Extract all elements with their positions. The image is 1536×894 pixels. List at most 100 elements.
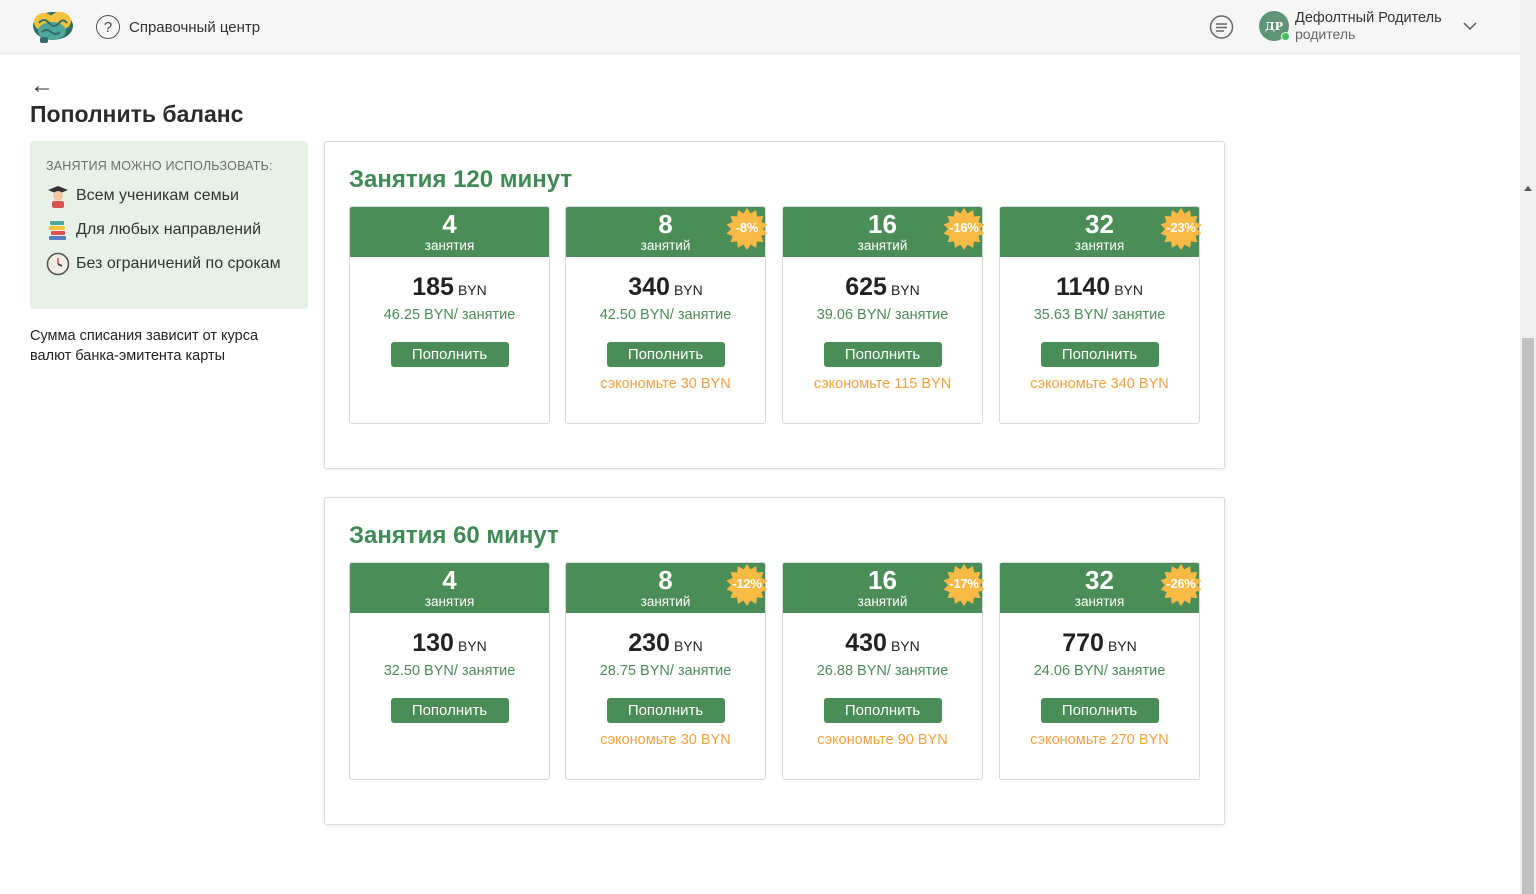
discount-badge: -23%	[1159, 207, 1203, 251]
package-card: 32 занятия -23% 1140 BYN 35.63 BYN/ занят…	[999, 206, 1203, 424]
chevron-down-icon[interactable]	[1462, 18, 1478, 34]
top-up-button[interactable]: Пополнить	[823, 698, 942, 723]
price-amount: 1140	[1055, 273, 1111, 301]
package-header: 4 занятия	[350, 207, 549, 257]
discount-badge: -26%	[1159, 563, 1203, 607]
usage-info-box: ЗАНЯТИЯ МОЖНО ИСПОЛЬЗОВАТЬ: Всем ученика…	[30, 141, 308, 309]
scroll-thumb[interactable]	[1522, 338, 1534, 894]
package-header: 4 занятия	[350, 563, 549, 613]
savings-text: сэкономьте 30 BYN	[600, 376, 731, 392]
package-price: 770 BYN	[1000, 629, 1199, 658]
avatar: ДР	[1259, 11, 1290, 41]
discount-label: -26%	[1166, 576, 1196, 591]
user-name: Дефолтный Родитель	[1295, 10, 1442, 26]
price-per-lesson: 24.06 BYN/ занятие	[1033, 663, 1166, 679]
package-price: 1140 BYN	[1000, 273, 1199, 302]
plan-title: Занятия 120 минут	[349, 166, 573, 193]
price-per-lesson: 35.63 BYN/ занятие	[1033, 307, 1166, 323]
usage-info-label: Для любых направлений	[76, 221, 261, 238]
price-currency: BYN	[457, 638, 487, 654]
package-card: 8 занятий -8% 340 BYN 42.50 BYN/ занятие …	[565, 206, 769, 424]
package-card: 8 занятий -12% 230 BYN 28.75 BYN/ занятие…	[565, 562, 769, 780]
page-title: Пополнить баланс	[30, 101, 244, 127]
price-amount: 230	[628, 629, 670, 657]
savings-text: сэкономьте 30 BYN	[600, 732, 731, 748]
package-price: 340 BYN	[566, 273, 765, 302]
help-center-label: Справочный центр	[129, 18, 261, 36]
back-button[interactable]: ←	[30, 72, 54, 100]
top-up-button[interactable]: Пополнить	[390, 698, 509, 723]
package-count: 4	[442, 565, 457, 595]
package-price: 185 BYN	[350, 273, 549, 302]
page-scrollbar[interactable]	[1520, 0, 1536, 894]
currency-note: Сумма списания зависит от курса валют ба…	[30, 328, 259, 364]
savings-text: сэкономьте 270 BYN	[1030, 732, 1169, 748]
price-currency: BYN	[890, 282, 920, 298]
top-up-button[interactable]: Пополнить	[1040, 698, 1159, 723]
price-currency: BYN	[1114, 282, 1144, 298]
price-amount: 770	[1062, 629, 1104, 657]
discount-label: -23%	[1166, 220, 1196, 235]
discount-badge: -12%	[725, 563, 769, 607]
clock-icon	[46, 252, 70, 276]
usage-info-item: Всем ученикам семьи	[46, 184, 292, 208]
package-price: 430 BYN	[783, 629, 982, 658]
savings-text: сэкономьте 340 BYN	[1030, 376, 1169, 392]
books-icon	[46, 218, 70, 242]
package-price: 625 BYN	[783, 273, 982, 302]
package-card: 4 занятия 130 BYN 32.50 BYN/ занятие Попо…	[349, 562, 550, 780]
discount-badge: -16%	[942, 207, 986, 251]
user-menu[interactable]: ДР Дефолтный Родитель родитель	[1259, 10, 1442, 42]
top-up-button[interactable]: Пополнить	[823, 342, 942, 367]
discount-badge: -8%	[725, 207, 769, 251]
brain-logo-icon[interactable]	[30, 9, 76, 45]
top-up-button[interactable]: Пополнить	[1040, 342, 1159, 367]
scroll-up-arrow-icon[interactable]	[1524, 186, 1532, 191]
discount-label: -12%	[732, 576, 762, 591]
price-per-lesson: 32.50 BYN/ занятие	[383, 663, 516, 679]
price-amount: 185	[412, 273, 454, 301]
top-bar: ? Справочный центр ДР Дефолтный Родитель…	[0, 0, 1520, 54]
price-currency: BYN	[457, 282, 487, 298]
price-amount: 625	[845, 273, 887, 301]
price-per-lesson: 28.75 BYN/ занятие	[599, 663, 732, 679]
usage-info-item: Для любых направлений	[46, 219, 292, 241]
question-icon: ?	[96, 15, 120, 39]
discount-badge: -17%	[942, 563, 986, 607]
discount-label: -8%	[735, 220, 759, 235]
package-price: 230 BYN	[566, 629, 765, 658]
price-per-lesson: 42.50 BYN/ занятие	[599, 307, 732, 323]
package-count: 4	[442, 209, 457, 239]
package-card: 4 занятия 185 BYN 46.25 BYN/ занятие Попо…	[349, 206, 550, 424]
top-up-button[interactable]: Пополнить	[390, 342, 509, 367]
package-card: 16 занятий -17% 430 BYN 26.88 BYN/ заняти…	[782, 562, 986, 780]
savings-text: сэкономьте 115 BYN	[813, 376, 952, 392]
package-unit: занятия	[424, 238, 475, 253]
top-up-button[interactable]: Пополнить	[606, 342, 725, 367]
package-price: 130 BYN	[350, 629, 549, 658]
discount-label: -17%	[949, 576, 979, 591]
price-per-lesson: 46.25 BYN/ занятие	[383, 307, 516, 323]
help-center-link[interactable]: ? Справочный центр	[96, 15, 260, 39]
price-amount: 430	[845, 629, 887, 657]
usage-info-label: Всем ученикам семьи	[76, 187, 239, 204]
savings-text: сэкономьте 90 BYN	[817, 732, 948, 748]
price-per-lesson: 39.06 BYN/ занятие	[816, 307, 949, 323]
package-unit: занятия	[424, 594, 475, 609]
usage-info-label: Без ограничений по срокам	[76, 255, 281, 272]
price-per-lesson: 26.88 BYN/ занятие	[816, 663, 949, 679]
online-status-dot	[1281, 32, 1290, 41]
plan-section-120: Занятия 120 минут 4 занятия 185 BYN 46.25…	[324, 141, 1225, 469]
price-currency: BYN	[673, 282, 703, 298]
student-icon	[46, 184, 70, 208]
package-card: 16 занятий -16% 625 BYN 39.06 BYN/ заняти…	[782, 206, 986, 424]
top-up-button[interactable]: Пополнить	[606, 698, 725, 723]
price-amount: 340	[628, 273, 670, 301]
package-card: 32 занятия -26% 770 BYN 24.06 BYN/ заняти…	[999, 562, 1203, 780]
usage-info-heading: ЗАНЯТИЯ МОЖНО ИСПОЛЬЗОВАТЬ:	[46, 159, 273, 173]
chat-icon[interactable]	[1208, 14, 1235, 41]
avatar-initials: ДР	[1264, 19, 1284, 33]
price-currency: BYN	[890, 638, 920, 654]
plan-title: Занятия 60 минут	[349, 522, 559, 549]
plan-section-60: Занятия 60 минут 4 занятия 130 BYN 32.50 …	[324, 497, 1225, 825]
